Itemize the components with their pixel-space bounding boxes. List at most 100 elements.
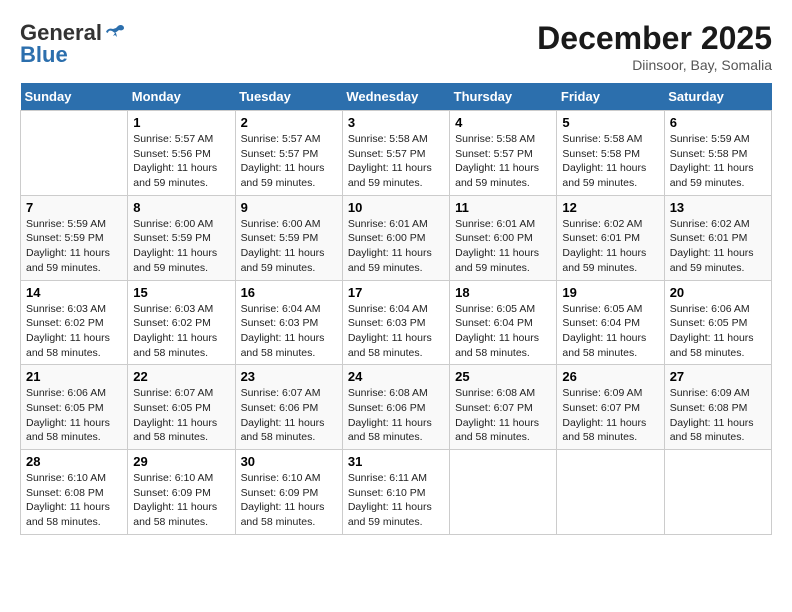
- day-number: 30: [241, 454, 337, 469]
- day-number: 15: [133, 285, 229, 300]
- day-info: Sunrise: 6:04 AMSunset: 6:03 PMDaylight:…: [241, 302, 337, 361]
- day-info: Sunrise: 6:00 AMSunset: 5:59 PMDaylight:…: [133, 217, 229, 276]
- day-info: Sunrise: 6:05 AMSunset: 6:04 PMDaylight:…: [562, 302, 658, 361]
- day-info: Sunrise: 6:06 AMSunset: 6:05 PMDaylight:…: [670, 302, 766, 361]
- day-number: 6: [670, 115, 766, 130]
- week-row-4: 21Sunrise: 6:06 AMSunset: 6:05 PMDayligh…: [21, 365, 772, 450]
- calendar-cell: 12 Sunrise: 6:02 AMSunset: 6:01 PMDayligh…: [557, 195, 664, 280]
- day-info: Sunrise: 6:02 AMSunset: 6:01 PMDaylight:…: [670, 217, 766, 276]
- month-title: December 2025: [537, 20, 772, 57]
- day-info: Sunrise: 6:09 AMSunset: 6:08 PMDaylight:…: [670, 386, 766, 445]
- calendar-cell: 27 Sunrise: 6:09 AMSunset: 6:08 PMDayligh…: [664, 365, 771, 450]
- calendar-cell: 17 Sunrise: 6:04 AMSunset: 6:03 PMDayligh…: [342, 280, 449, 365]
- day-number: 26: [562, 369, 658, 384]
- calendar-cell: 19 Sunrise: 6:05 AMSunset: 6:04 PMDayligh…: [557, 280, 664, 365]
- day-number: 23: [241, 369, 337, 384]
- calendar-cell: 1 Sunrise: 5:57 AMSunset: 5:56 PMDaylight…: [128, 111, 235, 196]
- day-info: Sunrise: 6:09 AMSunset: 6:07 PMDaylight:…: [562, 386, 658, 445]
- day-info: Sunrise: 6:04 AMSunset: 6:03 PMDaylight:…: [348, 302, 444, 361]
- weekday-header-thursday: Thursday: [450, 83, 557, 111]
- calendar-cell: 24 Sunrise: 6:08 AMSunset: 6:06 PMDayligh…: [342, 365, 449, 450]
- week-row-2: 7 Sunrise: 5:59 AMSunset: 5:59 PMDaylight…: [21, 195, 772, 280]
- calendar-cell: 11 Sunrise: 6:01 AMSunset: 6:00 PMDayligh…: [450, 195, 557, 280]
- day-number: 10: [348, 200, 444, 215]
- day-info: Sunrise: 5:57 AMSunset: 5:56 PMDaylight:…: [133, 132, 229, 191]
- day-number: 27: [670, 369, 766, 384]
- page-header: General Blue December 2025 Diinsoor, Bay…: [20, 20, 772, 73]
- day-number: 18: [455, 285, 551, 300]
- calendar-cell: 25 Sunrise: 6:08 AMSunset: 6:07 PMDayligh…: [450, 365, 557, 450]
- day-info: Sunrise: 6:10 AMSunset: 6:09 PMDaylight:…: [133, 471, 229, 530]
- day-number: 19: [562, 285, 658, 300]
- day-number: 3: [348, 115, 444, 130]
- day-number: 8: [133, 200, 229, 215]
- day-number: 4: [455, 115, 551, 130]
- day-info: Sunrise: 5:57 AMSunset: 5:57 PMDaylight:…: [241, 132, 337, 191]
- day-number: 1: [133, 115, 229, 130]
- week-row-5: 28 Sunrise: 6:10 AMSunset: 6:08 PMDayligh…: [21, 450, 772, 535]
- day-number: 12: [562, 200, 658, 215]
- title-block: December 2025 Diinsoor, Bay, Somalia: [537, 20, 772, 73]
- day-info: Sunrise: 6:08 AMSunset: 6:07 PMDaylight:…: [455, 386, 551, 445]
- day-number: 31: [348, 454, 444, 469]
- day-info: Sunrise: 5:59 AMSunset: 5:59 PMDaylight:…: [26, 217, 122, 276]
- day-number: 25: [455, 369, 551, 384]
- weekday-header-sunday: Sunday: [21, 83, 128, 111]
- calendar-cell: 6 Sunrise: 5:59 AMSunset: 5:58 PMDaylight…: [664, 111, 771, 196]
- calendar-cell: 21Sunrise: 6:06 AMSunset: 6:05 PMDayligh…: [21, 365, 128, 450]
- day-number: 21: [26, 369, 122, 384]
- day-number: 7: [26, 200, 122, 215]
- calendar-cell: 22Sunrise: 6:07 AMSunset: 6:05 PMDayligh…: [128, 365, 235, 450]
- day-info: Sunrise: 6:03 AMSunset: 6:02 PMDaylight:…: [133, 302, 229, 361]
- day-number: 5: [562, 115, 658, 130]
- weekday-header-wednesday: Wednesday: [342, 83, 449, 111]
- day-info: Sunrise: 6:03 AMSunset: 6:02 PMDaylight:…: [26, 302, 122, 361]
- calendar-cell: [557, 450, 664, 535]
- calendar-cell: 28 Sunrise: 6:10 AMSunset: 6:08 PMDayligh…: [21, 450, 128, 535]
- calendar-cell: 23 Sunrise: 6:07 AMSunset: 6:06 PMDayligh…: [235, 365, 342, 450]
- week-row-3: 14 Sunrise: 6:03 AMSunset: 6:02 PMDayligh…: [21, 280, 772, 365]
- week-row-1: 1 Sunrise: 5:57 AMSunset: 5:56 PMDaylight…: [21, 111, 772, 196]
- day-number: 9: [241, 200, 337, 215]
- day-info: Sunrise: 6:00 AMSunset: 5:59 PMDaylight:…: [241, 217, 337, 276]
- day-number: 29: [133, 454, 229, 469]
- calendar-cell: 4 Sunrise: 5:58 AMSunset: 5:57 PMDaylight…: [450, 111, 557, 196]
- day-number: 14: [26, 285, 122, 300]
- day-info: Sunrise: 5:58 AMSunset: 5:57 PMDaylight:…: [455, 132, 551, 191]
- day-info: Sunrise: 6:02 AMSunset: 6:01 PMDaylight:…: [562, 217, 658, 276]
- calendar-cell: [450, 450, 557, 535]
- day-number: 16: [241, 285, 337, 300]
- day-info: Sunrise: 6:01 AMSunset: 6:00 PMDaylight:…: [348, 217, 444, 276]
- calendar-cell: 14 Sunrise: 6:03 AMSunset: 6:02 PMDayligh…: [21, 280, 128, 365]
- day-number: 17: [348, 285, 444, 300]
- day-info: Sunrise: 5:59 AMSunset: 5:58 PMDaylight:…: [670, 132, 766, 191]
- weekday-header-row: SundayMondayTuesdayWednesdayThursdayFrid…: [21, 83, 772, 111]
- calendar-cell: 15 Sunrise: 6:03 AMSunset: 6:02 PMDayligh…: [128, 280, 235, 365]
- calendar-cell: 26 Sunrise: 6:09 AMSunset: 6:07 PMDayligh…: [557, 365, 664, 450]
- calendar-cell: 7 Sunrise: 5:59 AMSunset: 5:59 PMDaylight…: [21, 195, 128, 280]
- weekday-header-monday: Monday: [128, 83, 235, 111]
- calendar-cell: 2 Sunrise: 5:57 AMSunset: 5:57 PMDaylight…: [235, 111, 342, 196]
- calendar-cell: 29 Sunrise: 6:10 AMSunset: 6:09 PMDayligh…: [128, 450, 235, 535]
- day-info: Sunrise: 6:08 AMSunset: 6:06 PMDaylight:…: [348, 386, 444, 445]
- day-info: Sunrise: 5:58 AMSunset: 5:57 PMDaylight:…: [348, 132, 444, 191]
- calendar-cell: 10 Sunrise: 6:01 AMSunset: 6:00 PMDayligh…: [342, 195, 449, 280]
- day-info: Sunrise: 6:10 AMSunset: 6:09 PMDaylight:…: [241, 471, 337, 530]
- day-number: 2: [241, 115, 337, 130]
- weekday-header-saturday: Saturday: [664, 83, 771, 111]
- calendar-cell: 31Sunrise: 6:11 AMSunset: 6:10 PMDayligh…: [342, 450, 449, 535]
- logo: General Blue: [20, 20, 126, 68]
- day-number: 11: [455, 200, 551, 215]
- logo-blue: Blue: [20, 42, 68, 68]
- day-info: Sunrise: 6:07 AMSunset: 6:06 PMDaylight:…: [241, 386, 337, 445]
- day-info: Sunrise: 6:01 AMSunset: 6:00 PMDaylight:…: [455, 217, 551, 276]
- day-info: Sunrise: 6:10 AMSunset: 6:08 PMDaylight:…: [26, 471, 122, 530]
- day-number: 28: [26, 454, 122, 469]
- calendar-cell: 20Sunrise: 6:06 AMSunset: 6:05 PMDayligh…: [664, 280, 771, 365]
- calendar-cell: 3 Sunrise: 5:58 AMSunset: 5:57 PMDaylight…: [342, 111, 449, 196]
- day-number: 22: [133, 369, 229, 384]
- calendar-cell: 8 Sunrise: 6:00 AMSunset: 5:59 PMDaylight…: [128, 195, 235, 280]
- day-number: 24: [348, 369, 444, 384]
- calendar-cell: 5Sunrise: 5:58 AMSunset: 5:58 PMDaylight…: [557, 111, 664, 196]
- calendar-cell: 18Sunrise: 6:05 AMSunset: 6:04 PMDayligh…: [450, 280, 557, 365]
